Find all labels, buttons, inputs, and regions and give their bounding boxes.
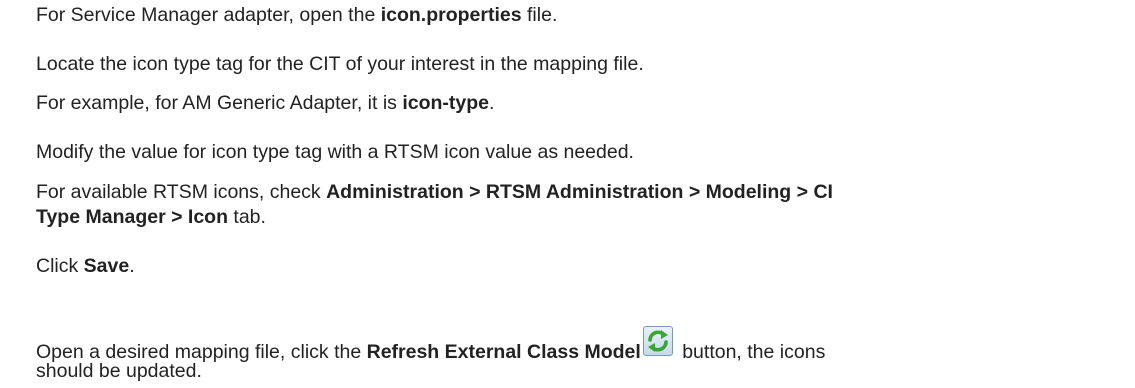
step-3-detail-cont: Type Manager > Icon tab. — [36, 205, 266, 229]
step-2-example: For example, for AM Generic Adapter, it … — [36, 91, 494, 115]
example-text-end: . — [489, 92, 495, 114]
step-text-cont: should be updated. — [36, 360, 202, 382]
menu-path: Administration > RTSM Administration > M… — [326, 181, 833, 203]
step-4: 4. Click Save. — [36, 254, 135, 278]
step-text: Locate the icon type tag for the CIT of … — [36, 53, 644, 75]
refresh-icon — [642, 326, 673, 356]
step-text: Modify the value for icon type tag with … — [36, 141, 634, 163]
detail-text: For available RTSM icons, check — [36, 181, 327, 203]
menu-path-cont: Type Manager > Icon — [36, 206, 228, 228]
document-page: For Service Manager adapter, open the ic… — [0, 0, 1135, 388]
step-5-cont: should be updated. — [36, 359, 202, 383]
example-text: For example, for AM Generic Adapter, it … — [36, 92, 403, 114]
step-3-detail: For available RTSM icons, check Administ… — [36, 180, 833, 204]
example-tag: icon-type — [402, 92, 490, 114]
refresh-label: Refresh External Class Model — [366, 341, 641, 363]
step-1-continuation: For Service Manager adapter, open the ic… — [36, 3, 557, 27]
intro-filename: icon.properties — [380, 4, 522, 26]
intro-text-post: file. — [521, 4, 558, 26]
save-label: Save — [83, 255, 130, 277]
step-2: 2. Locate the icon type tag for the CIT … — [36, 52, 644, 76]
step-3: 3. Modify the value for icon type tag wi… — [36, 140, 634, 164]
intro-text-pre: For Service Manager adapter, open the — [36, 4, 381, 26]
step-text-end: . — [129, 255, 135, 277]
step-text-end: button, the icons — [676, 341, 826, 363]
detail-text-end: tab. — [227, 206, 266, 228]
step-text: Click — [36, 255, 84, 277]
